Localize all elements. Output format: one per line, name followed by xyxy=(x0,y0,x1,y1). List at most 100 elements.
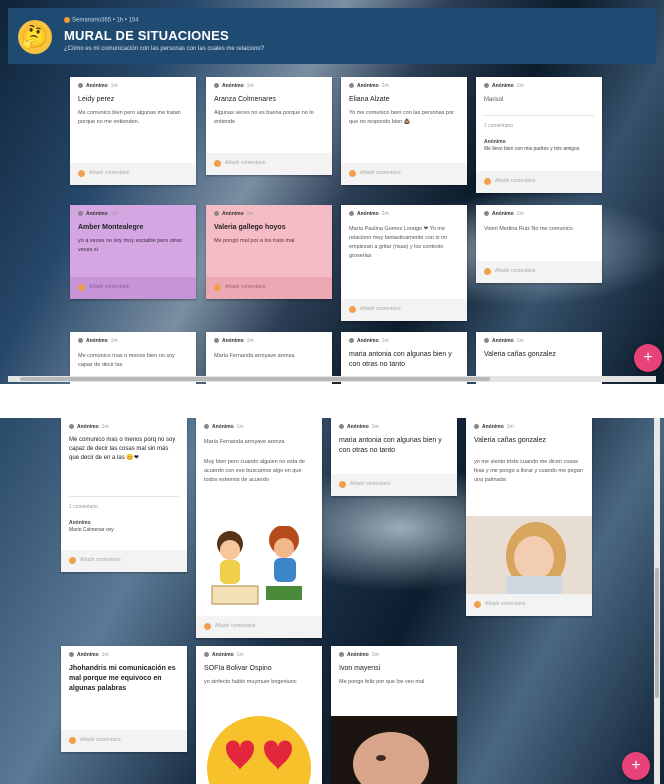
post-title: Ivon mayensi xyxy=(339,665,381,672)
post-body: Yo me comunico bien con las personas por… xyxy=(349,110,454,125)
post-card[interactable]: Anónimo 1m Valeria cañas gonzalez yo me s… xyxy=(466,418,592,616)
add-comment-bar[interactable]: Añadir comentario xyxy=(341,163,467,185)
scrollbar-thumb[interactable] xyxy=(20,377,490,381)
post-card[interactable]: Anónimo 1m maria antonia con algunas bien… xyxy=(331,418,457,496)
post-body: yo a veces no soy muy sociable pero otra… xyxy=(78,238,182,253)
post-body: Me comunico bien pero algunas me tratan … xyxy=(78,110,181,125)
user-icon xyxy=(214,83,219,89)
comment-icon xyxy=(484,268,491,275)
add-comment-bar[interactable]: Añadir comentario xyxy=(466,594,592,616)
post-card[interactable]: Anónimo 1m Valeria gallego hoyos Me pongo… xyxy=(206,205,332,299)
post-title: Leidy perez xyxy=(78,96,115,103)
post-body: María Paulina Gomez Loraigo ❤ Yo me rela… xyxy=(349,226,447,259)
page-subtitle: ¿Cómo es mi comunicación con las persona… xyxy=(64,46,265,52)
post-title: Jhohandris mi comunicación es mal porque… xyxy=(69,665,176,692)
padlet-screen-top: 🤔 Semanario365 • 1h • 154 MURAL DE SITUA… xyxy=(0,0,664,384)
padlet-screen-bottom: Anónimo 1m Me comunico mas o menos porq n… xyxy=(0,418,664,784)
post-body: Muy bien pero cuando alguien no esta de … xyxy=(204,459,305,483)
comment-count[interactable]: 1 comentario xyxy=(69,504,179,511)
user-icon xyxy=(69,424,74,430)
post-author: Anónimo 1m xyxy=(204,424,244,430)
add-comment-bar[interactable]: Añadir comentario xyxy=(331,474,457,496)
divider xyxy=(69,496,179,497)
post-title: Aranza Colmenares xyxy=(214,96,276,103)
comment-icon xyxy=(214,284,221,291)
add-comment-bar[interactable]: Añadir comentario xyxy=(476,171,602,193)
user-icon xyxy=(78,83,83,89)
post-author: Anónimo 1m xyxy=(339,424,379,430)
post-body: María Fernanda arroyave arenza xyxy=(214,353,295,359)
add-comment-bar[interactable]: Añadir comentario xyxy=(206,277,332,299)
user-icon xyxy=(339,652,344,658)
page-title: MURAL DE SITUACIONES xyxy=(64,28,229,43)
add-comment-bar[interactable]: Añadir comentario xyxy=(341,299,467,321)
user-icon xyxy=(349,211,354,217)
post-card[interactable]: Anónimo 1m Voleri Medina Ruiz No me comun… xyxy=(476,205,602,283)
horizontal-scrollbar[interactable] xyxy=(8,376,656,382)
post-card[interactable]: Anónimo 1m Me comunico mas o menos porq n… xyxy=(61,418,187,572)
comment-icon xyxy=(78,284,85,291)
user-icon xyxy=(474,424,479,430)
add-comment-bar[interactable]: Añadir comentario xyxy=(70,163,196,185)
add-comment-bar[interactable]: Añadir comentario xyxy=(61,550,187,572)
post-card[interactable]: Anónimo 1m Leidy perez Me comunico bien p… xyxy=(70,77,196,185)
post-card[interactable]: Anónimo 1m Eliana Alzate Yo me comunico b… xyxy=(341,77,467,185)
user-icon xyxy=(214,211,219,217)
post-author: Anónimo 1m xyxy=(78,83,118,89)
comment-icon xyxy=(78,170,85,177)
header-author[interactable]: Semanario365 xyxy=(72,18,111,24)
post-card[interactable]: Anónimo 1m María Paulina Gomez Loraigo ❤ … xyxy=(341,205,467,321)
comment-icon xyxy=(339,481,346,488)
add-comment-bar[interactable]: Añadir comentario xyxy=(196,616,322,638)
header-meta: Semanario365 • 1h • 154 xyxy=(64,17,139,24)
post-title: Me comunico mas o menos porq no soy capa… xyxy=(69,437,176,461)
heart-eyes-emoji-icon xyxy=(206,708,312,784)
comment-icon xyxy=(204,623,211,630)
post-card[interactable]: Anónimo 1m SOFIa Bolivar Ospino yo sinfec… xyxy=(196,646,322,784)
post-card[interactable]: Anónimo 1m Aranza Colmenares Algunas vece… xyxy=(206,77,332,175)
post-title: Valeria cañas gonzalez xyxy=(484,351,556,358)
comment-count[interactable]: 1 comentario xyxy=(484,123,594,130)
add-comment-bar[interactable]: Añadir comentario xyxy=(206,153,332,175)
user-icon xyxy=(78,211,83,217)
comment-icon xyxy=(349,170,356,177)
user-icon xyxy=(69,652,74,658)
post-author: Anónimo 1m xyxy=(78,211,118,217)
sad-child-photo xyxy=(466,516,592,594)
post-body: Me pongo mal por a los trato mal xyxy=(214,238,295,244)
add-post-button[interactable]: + xyxy=(634,344,662,372)
post-card[interactable]: Anónimo 1m Amber Montealegre yo a veces n… xyxy=(70,205,196,299)
post-card[interactable]: Anónimo 1m Ivon mayensi Me pongo feliz po… xyxy=(331,646,457,784)
post-title: Valeria cañas gonzalez xyxy=(474,437,546,444)
post-author: Anónimo 1m xyxy=(339,652,379,658)
post-title: maria antonia con algunas bien y con otr… xyxy=(349,351,452,368)
post-card[interactable]: Anónimo 1m Jhohandris mi comunicación es … xyxy=(61,646,187,752)
user-icon xyxy=(484,211,489,217)
post-title: Marisol xyxy=(484,97,504,103)
add-post-button[interactable]: + xyxy=(622,752,650,780)
user-icon xyxy=(349,83,354,89)
scrollbar-thumb[interactable] xyxy=(655,568,659,698)
user-icon xyxy=(78,338,83,344)
post-title: Eliana Alzate xyxy=(349,96,390,103)
comment-icon xyxy=(474,601,481,608)
post-author: Anónimo 1m xyxy=(484,83,524,89)
add-comment-bar[interactable]: Añadir comentario xyxy=(476,261,602,283)
header-meta-extra: • 1h • 154 xyxy=(112,17,139,24)
add-comment-bar[interactable]: Añadir comentario xyxy=(61,730,187,752)
post-card[interactable]: Anónimo 1m Marisol 1 comentario Anónimo Me… xyxy=(476,77,602,193)
thinking-face-emoji-icon: 🤔 xyxy=(18,20,52,54)
padlet-header: 🤔 Semanario365 • 1h • 154 MURAL DE SITUA… xyxy=(8,8,656,64)
user-icon xyxy=(349,338,354,344)
post-author: Anónimo 1m xyxy=(214,83,254,89)
post-author: Anónimo 1m xyxy=(214,338,254,344)
kids-reading-illustration xyxy=(204,526,316,612)
comment: Anónimo Mario Colmenar ovy xyxy=(69,520,114,533)
add-comment-bar[interactable]: Añadir comentario xyxy=(70,277,196,299)
author-dot-icon xyxy=(64,17,70,23)
user-icon xyxy=(204,652,209,658)
baby-photo xyxy=(331,716,457,784)
post-title: María Fernanda arroyave arenza xyxy=(204,439,285,445)
post-card[interactable]: Anónimo 1m María Fernanda arroyave arenza… xyxy=(196,418,322,638)
vertical-scrollbar[interactable] xyxy=(654,418,660,784)
